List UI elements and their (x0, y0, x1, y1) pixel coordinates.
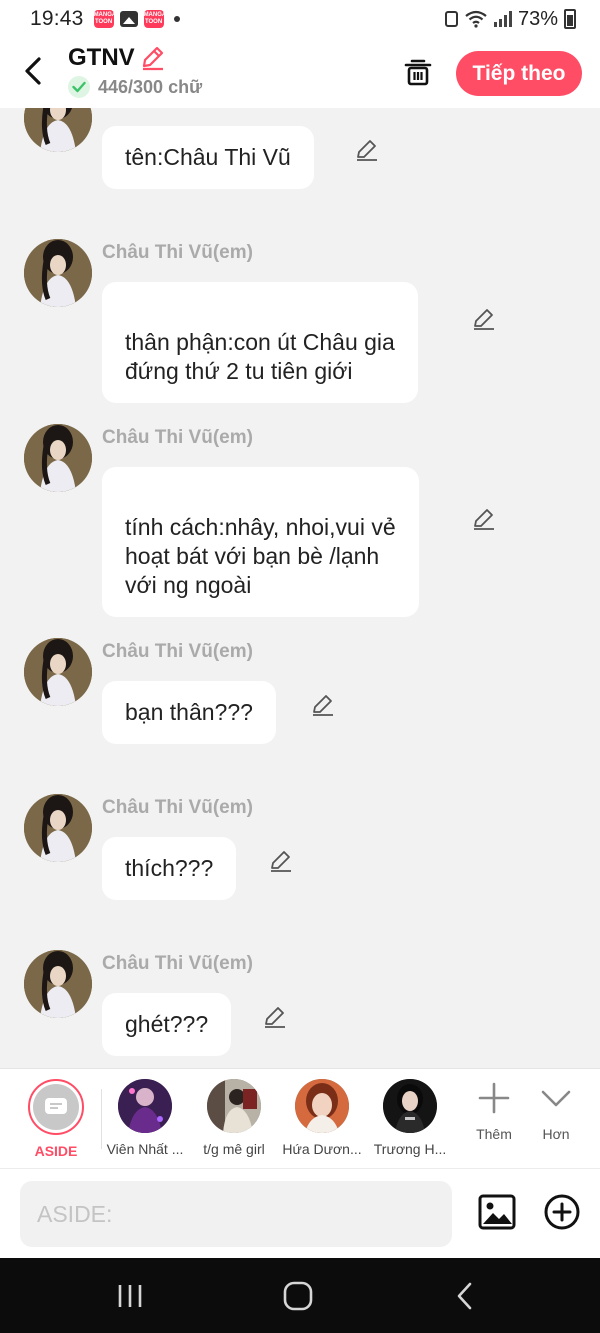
system-nav-bar (0, 1258, 600, 1333)
lock-icon (444, 11, 458, 27)
more-notifications-dot-icon (173, 16, 180, 22)
chevron-left-icon (25, 57, 41, 85)
status-notification-icons: MANGA TOON MANGA TOON (93, 10, 180, 28)
pencil-icon (474, 309, 494, 330)
message-bubble[interactable]: thích??? (102, 837, 237, 900)
manga-toon-app-icon: MANGA TOON (93, 10, 114, 28)
message-text: tên:Châu Thi Vũ (125, 144, 291, 170)
edit-title-icon[interactable] (139, 44, 167, 72)
character-label: Trương H... (373, 1141, 447, 1157)
delete-button[interactable] (402, 56, 434, 88)
status-right: 73% (444, 7, 576, 31)
chat-bubble-icon (45, 1098, 67, 1114)
gallery-icon (119, 11, 138, 27)
plus-circle-icon (544, 1194, 580, 1230)
edit-message-button[interactable] (310, 692, 336, 718)
system-back-button[interactable] (446, 1278, 486, 1314)
character-label: t/g mê girl (203, 1141, 265, 1157)
page-title: GTNV (68, 44, 135, 71)
check-icon (68, 76, 90, 98)
status-time: 19:43 (30, 7, 84, 30)
wifi-icon (465, 10, 487, 28)
pencil-icon (265, 1007, 285, 1028)
pencil-icon (271, 851, 291, 872)
word-counter: 446/300 chữ (98, 76, 203, 97)
trash-icon (404, 59, 432, 86)
edit-message-button[interactable] (268, 848, 294, 874)
edit-message-button[interactable] (471, 506, 497, 532)
add-content-button[interactable] (543, 1193, 581, 1231)
character-label: ASIDE (34, 1143, 78, 1159)
character-selector-bar: ASIDE Viên Nhất ... t/g mê girl Hứa Dươn… (0, 1068, 600, 1168)
input-bar (0, 1168, 600, 1258)
pencil-icon (357, 140, 377, 161)
avatar[interactable] (24, 239, 92, 307)
more-button[interactable]: Hơn (528, 1081, 584, 1142)
sender-name: Châu Thi Vũ(em) (102, 427, 253, 448)
insert-image-button[interactable] (478, 1193, 516, 1231)
signal-icon (493, 11, 512, 27)
sender-name: Châu Thi Vũ(em) (102, 641, 253, 662)
avatar[interactable] (24, 108, 92, 152)
character-item[interactable]: Viên Nhất ... (99, 1079, 191, 1157)
avatar[interactable] (24, 794, 92, 862)
sender-name: Châu Thi Vũ(em) (102, 242, 253, 263)
chevron-down-icon (541, 1090, 571, 1107)
character-aside[interactable]: ASIDE (10, 1079, 102, 1159)
title-block: GTNV 446/300 chữ (68, 44, 202, 98)
message-bubble[interactable]: bạn thân??? (102, 681, 276, 744)
manga-toon-app-icon-2: MANGA TOON (143, 10, 164, 28)
plus-icon (478, 1082, 510, 1114)
character-item[interactable]: t/g mê girl (188, 1079, 280, 1157)
message-input[interactable] (20, 1181, 452, 1247)
edit-message-button[interactable] (471, 306, 497, 332)
recents-icon (118, 1285, 142, 1307)
battery-percent: 73% (517, 7, 558, 30)
sender-name: Châu Thi Vũ(em) (102, 953, 253, 974)
message-bubble[interactable]: tên:Châu Thi Vũ (102, 126, 314, 189)
chat-area[interactable]: tên:Châu Thi Vũ Châu Thi Vũ(em) thân phậ… (0, 108, 600, 1068)
message-text: ghét??? (125, 1011, 209, 1037)
avatar (383, 1079, 437, 1133)
pencil-icon (313, 695, 333, 716)
character-label: Hứa Dươn... (282, 1141, 362, 1157)
back-icon (457, 1282, 472, 1310)
message-text: bạn thân??? (125, 699, 253, 725)
avatar (207, 1079, 261, 1133)
home-button[interactable] (278, 1278, 318, 1314)
pencil-icon (474, 509, 494, 530)
edit-message-button[interactable] (354, 137, 380, 163)
message-text: tính cách:nhây, nhoi,vui vẻ hoạt bát với… (125, 514, 396, 598)
avatar (295, 1079, 349, 1133)
more-label: Hơn (542, 1126, 570, 1142)
character-item[interactable]: Trương H... (364, 1079, 456, 1157)
battery-icon (564, 9, 576, 29)
back-button[interactable] (20, 54, 50, 90)
message-text: thân phận:con út Châu gia đứng thứ 2 tu … (125, 329, 395, 384)
message-text: thích??? (125, 855, 214, 881)
character-item[interactable]: Hứa Dươn... (276, 1079, 368, 1157)
status-bar: 19:43 MANGA TOON MANGA TOON 73% (0, 0, 600, 38)
avatar[interactable] (24, 638, 92, 706)
message-bubble[interactable]: tính cách:nhây, nhoi,vui vẻ hoạt bát với… (102, 467, 419, 617)
message-bubble[interactable]: thân phận:con út Châu gia đứng thứ 2 tu … (102, 282, 418, 403)
home-icon (283, 1281, 313, 1311)
avatar (118, 1079, 172, 1133)
image-icon (478, 1194, 516, 1230)
avatar[interactable] (24, 950, 92, 1018)
add-character-button[interactable]: Thêm (466, 1081, 522, 1142)
avatar[interactable] (24, 424, 92, 492)
add-label: Thêm (476, 1126, 512, 1142)
header: GTNV 446/300 chữ Tiếp theo (0, 38, 600, 108)
character-label: Viên Nhất ... (106, 1141, 184, 1157)
recent-apps-button[interactable] (110, 1278, 150, 1314)
message-bubble[interactable]: ghét??? (102, 993, 232, 1056)
edit-message-button[interactable] (262, 1004, 288, 1030)
sender-name: Châu Thi Vũ(em) (102, 797, 253, 818)
next-button[interactable]: Tiếp theo (456, 51, 582, 96)
